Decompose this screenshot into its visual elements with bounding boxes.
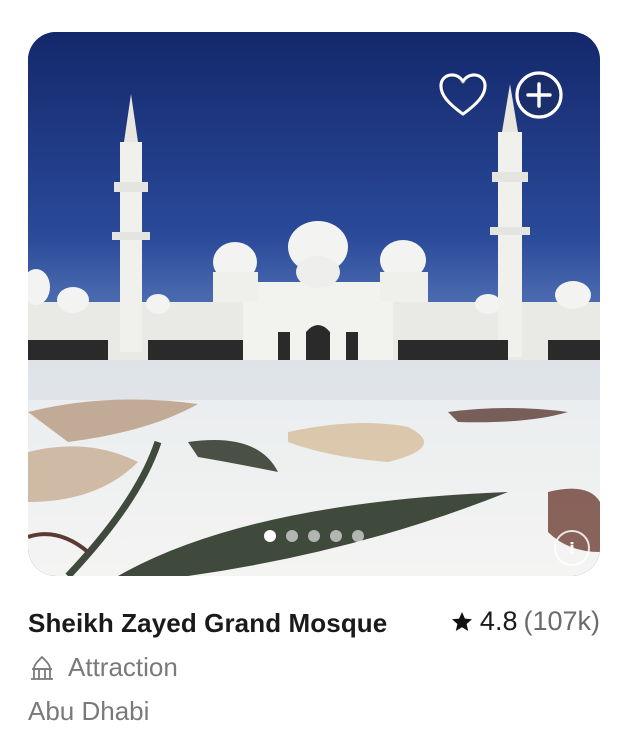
favorite-button[interactable] xyxy=(436,68,490,122)
place-title[interactable]: Sheikh Zayed Grand Mosque xyxy=(28,608,387,639)
star-icon xyxy=(451,611,472,631)
rating-score: 4.8 xyxy=(479,606,518,636)
photo-attribution-button[interactable]: i xyxy=(554,530,590,566)
photo-gallery[interactable]: i xyxy=(28,32,600,576)
plus-circle-icon xyxy=(515,71,563,119)
gallery-dot-3[interactable] xyxy=(308,530,320,542)
heart-outline-icon xyxy=(439,73,487,116)
attraction-card[interactable]: i Sheikh Zayed Grand Mosque 4.8 (107k) A… xyxy=(0,0,632,746)
location-label: Abu Dhabi xyxy=(28,696,150,726)
category-label: Attraction xyxy=(68,652,178,682)
gallery-dot-2[interactable] xyxy=(286,530,298,542)
add-to-trip-button[interactable] xyxy=(512,68,566,122)
review-count: (107k) xyxy=(523,606,600,636)
category: Attraction xyxy=(28,652,178,683)
info-circle-icon: i xyxy=(569,538,575,558)
gallery-dot-1[interactable] xyxy=(264,530,276,542)
gallery-dot-4[interactable] xyxy=(330,530,342,542)
gallery-pagination xyxy=(28,530,600,542)
landmark-icon xyxy=(31,655,53,680)
gallery-dot-5[interactable] xyxy=(352,530,364,542)
rating: 4.8 (107k) xyxy=(450,606,600,637)
